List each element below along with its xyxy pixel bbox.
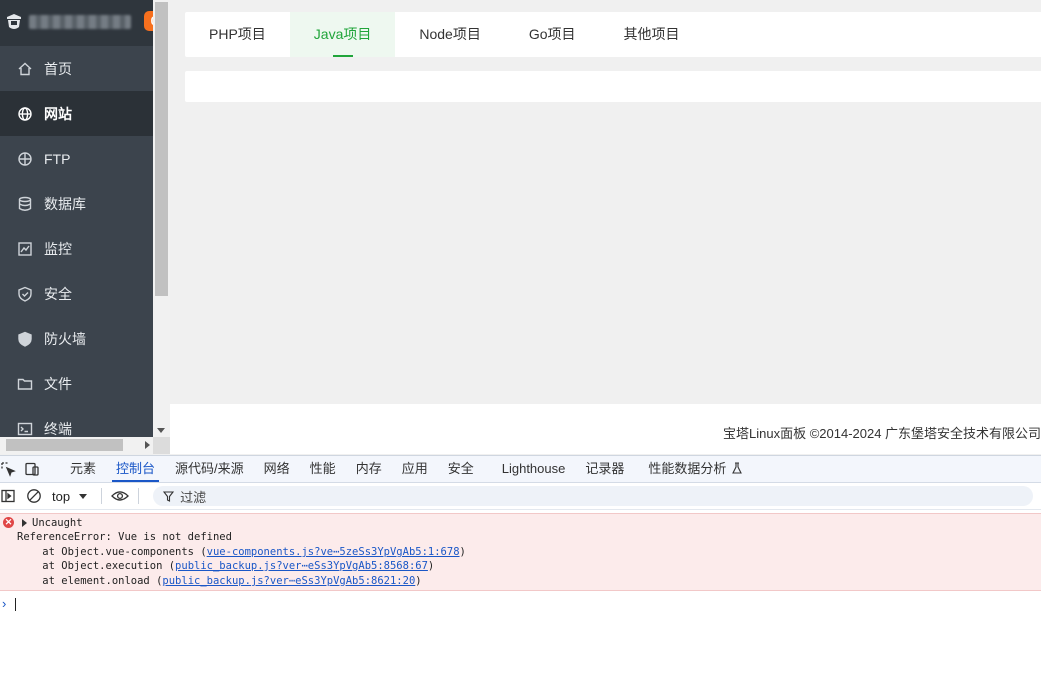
devtools-tab-recorder[interactable]: 记录器 [575,456,634,482]
firewall-icon [17,331,33,347]
console-toolbar: top 过滤 [0,483,1041,510]
scroll-down-arrow-icon[interactable] [157,428,165,433]
tab-go-project[interactable]: Go项目 [505,12,600,57]
stack-frame-prefix: at Object.execution ( [17,560,176,572]
sidebar-toggle-icon[interactable] [0,488,16,504]
devtools-tab-console[interactable]: 控制台 [106,456,165,482]
inspect-element-icon[interactable] [0,461,16,477]
tab-label: 性能数据分析 [648,461,727,476]
sidebar-item-label: 防火墙 [44,330,86,347]
expand-triangle-icon[interactable] [22,519,27,527]
folder-icon [17,376,33,392]
toolbar-divider [138,488,140,504]
devtools-tab-lighthouse[interactable]: Lighthouse [492,456,576,482]
ftp-icon [17,151,33,167]
chevron-down-icon [79,493,88,499]
terminal-icon [17,421,33,437]
toolbar-divider [101,488,103,504]
devtools-tab-sources[interactable]: 源代码/来源 [165,456,254,482]
stack-frame: at element.onload (public_backup.js?ver⋯… [17,575,422,587]
database-icon [17,196,33,212]
sidebar-item-label: 安全 [44,285,72,302]
sidebar-header: 0 [0,0,153,46]
scrollbar-thumb[interactable] [155,2,168,296]
error-title: Uncaught [32,517,83,529]
sidebar-horizontal-scrollbar[interactable] [0,437,153,454]
sidebar-item-website[interactable]: 网站 [0,91,153,136]
error-icon: ✕ [3,517,14,528]
console-input[interactable] [15,598,16,611]
stack-frame-prefix: at element.onload ( [17,575,163,587]
sidebar-item-label: 监控 [44,240,72,257]
stack-frame-suffix: ) [459,546,466,558]
devtools-tab-network[interactable]: 网络 [254,456,300,482]
sidebar-item-monitor[interactable]: 监控 [0,226,153,271]
console-error-message: ✕ Uncaught ReferenceError: Vue is not de… [0,513,1041,591]
stack-frame-prefix: at Object.vue-components ( [17,546,207,558]
home-icon [17,61,33,77]
stack-frame-suffix: ) [415,575,422,587]
sidebar-item-label: 数据库 [44,195,86,212]
tab-php-project[interactable]: PHP项目 [185,12,290,57]
sidebar-item-files[interactable]: 文件 [0,361,153,406]
scroll-right-arrow-icon[interactable] [145,441,150,449]
sidebar-item-ftp[interactable]: FTP [0,136,153,181]
sidebar-item-security[interactable]: 安全 [0,271,153,316]
devtools-tab-application[interactable]: 应用 [392,456,438,482]
flask-icon [732,462,743,474]
project-tabs: PHP项目 Java项目 Node项目 Go项目 其他项目 [185,12,1041,57]
sidebar-item-label: 终端 [44,420,72,437]
device-toolbar-icon[interactable] [24,461,40,477]
devtools-tab-memory[interactable]: 内存 [346,456,392,482]
panel-app: 0 首页 网站 FTP 数据库 监控 安全 防火墙 [0,0,1041,455]
sidebar-item-firewall[interactable]: 防火墙 [0,316,153,361]
stack-frame-link[interactable]: vue-components.js?ve⋯5zeSs3YpVgAb5:1:678 [207,546,460,558]
sidebar-item-home[interactable]: 首页 [0,46,153,91]
scrollbar-corner [153,437,170,454]
console-filter-input[interactable]: 过滤 [153,486,1034,506]
sidebar-item-terminal[interactable]: 终端 [0,406,153,437]
tab-other-project[interactable]: 其他项目 [600,12,704,57]
tab-node-project[interactable]: Node项目 [395,12,504,57]
copyright-text: 宝塔Linux面板 ©2014-2024 广东堡塔安全技术有限公司 (b [723,426,1041,441]
page-footer: 宝塔Linux面板 ©2014-2024 广东堡塔安全技术有限公司 (b [170,404,1041,454]
notification-badge[interactable]: 0 [144,11,153,31]
filter-placeholder: 过滤 [180,489,207,505]
context-selector[interactable]: top [52,488,88,504]
globe-icon [17,106,33,122]
error-message: ReferenceError: Vue is not defined [17,531,232,543]
sidebar-item-label: FTP [44,150,71,167]
stack-frame-suffix: ) [427,560,435,572]
stack-frame-link[interactable]: public_backup.js?ver⋯eSs3YpVgAb5:8568:67 [175,560,428,572]
server-name-blurred [29,15,131,29]
devtools-tab-performance[interactable]: 性能 [300,456,346,482]
devtools-panel: 元素 控制台 源代码/来源 网络 性能 内存 应用 安全 Lighthouse … [0,455,1041,681]
stack-frame-link[interactable]: public_backup.js?ver⋯eSs3YpVgAb5:8621:20 [162,575,415,587]
devtools-tab-bar: 元素 控制台 源代码/来源 网络 性能 内存 应用 安全 Lighthouse … [0,456,1041,483]
scrollbar-thumb[interactable] [6,439,123,451]
monitor-icon [17,241,33,257]
sidebar-vertical-scrollbar[interactable] [153,0,170,437]
sidebar-item-label: 文件 [44,375,72,392]
sidebar-item-database[interactable]: 数据库 [0,181,153,226]
devtools-tab-security[interactable]: 安全 [438,456,484,482]
context-value: top [52,488,71,504]
content-card [185,71,1041,102]
logo-icon [7,14,21,29]
eye-icon[interactable] [110,488,130,504]
shield-icon [17,286,33,302]
stack-frame: at Object.vue-components (vue-components… [17,546,466,558]
sidebar-item-label: 首页 [44,60,72,77]
console-prompt-icon: › [2,596,7,611]
sidebar-item-label: 网站 [44,105,72,122]
devtools-tab-elements[interactable]: 元素 [60,456,106,482]
clear-console-icon[interactable] [26,488,42,504]
filter-icon [163,490,175,502]
stack-frame: at Object.execution (public_backup.js?ve… [17,560,434,572]
devtools-tab-performance-insights[interactable]: 性能数据分析 [638,456,753,482]
tab-java-project[interactable]: Java项目 [289,12,396,57]
sidebar: 0 首页 网站 FTP 数据库 监控 安全 防火墙 [0,0,153,437]
